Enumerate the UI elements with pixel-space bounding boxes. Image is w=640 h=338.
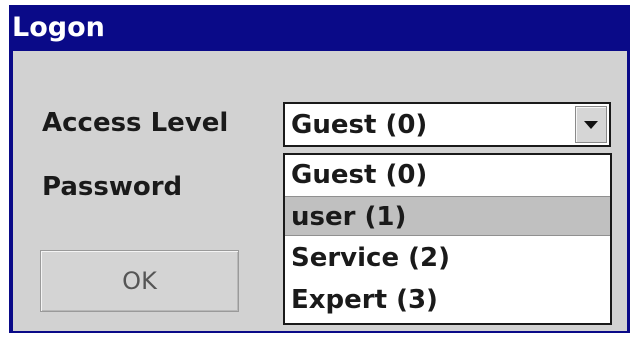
access-level-dropdown-list: Guest (0) user (1) Service (2) Expert (3…	[283, 153, 612, 325]
option-user[interactable]: user (1)	[285, 196, 610, 236]
option-expert[interactable]: Expert (3)	[285, 280, 610, 320]
dropdown-button[interactable]	[575, 106, 607, 143]
option-service[interactable]: Service (2)	[285, 238, 610, 278]
access-level-select[interactable]: Guest (0)	[283, 102, 611, 147]
dialog-body: Access Level Password OK Guest (0) Guest…	[13, 51, 627, 331]
ok-button[interactable]: OK	[40, 250, 239, 312]
chevron-down-icon	[584, 121, 598, 129]
option-guest[interactable]: Guest (0)	[285, 155, 610, 195]
password-label: Password	[42, 172, 183, 202]
title-bar[interactable]: Logon	[9, 5, 630, 51]
access-level-selected-value: Guest (0)	[291, 110, 428, 140]
window-title: Logon	[12, 12, 105, 43]
access-level-label: Access Level	[42, 108, 229, 138]
logon-dialog: Logon Access Level Password OK Guest (0)…	[9, 5, 630, 333]
